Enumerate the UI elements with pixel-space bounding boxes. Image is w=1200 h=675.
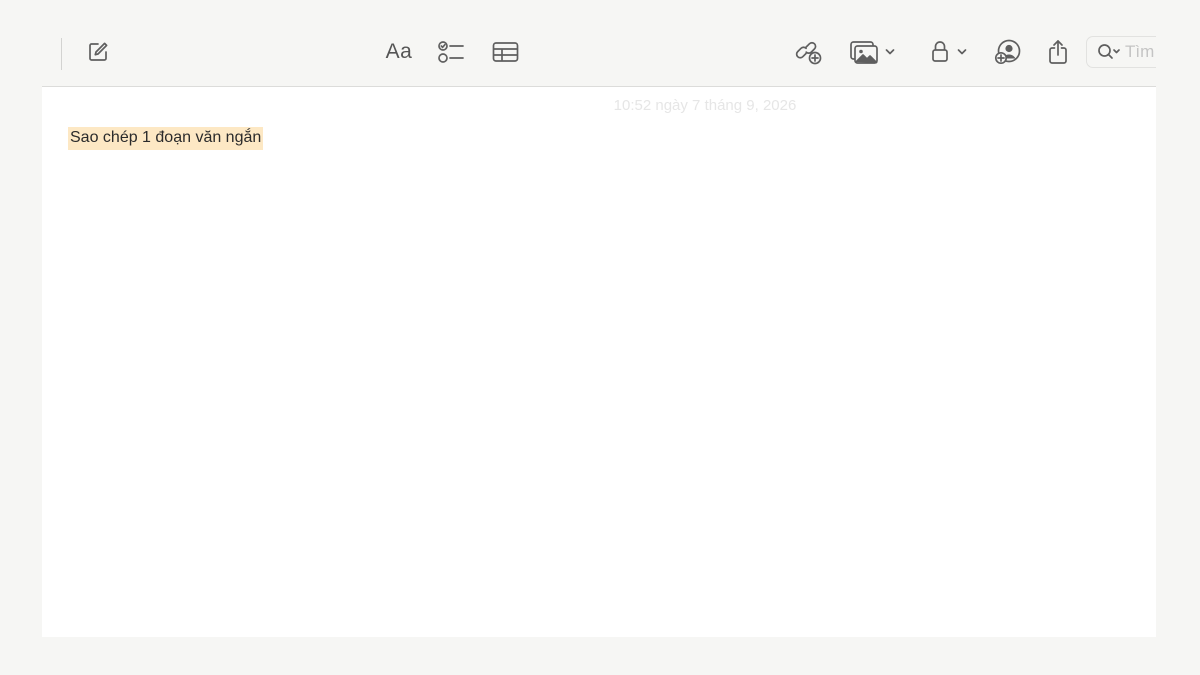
add-link-button[interactable] — [794, 36, 824, 68]
chevron-down-icon — [885, 48, 895, 56]
checklist-button[interactable] — [437, 36, 465, 68]
compose-button[interactable] — [84, 36, 112, 68]
search-icon — [1097, 43, 1121, 61]
add-link-icon — [795, 38, 823, 66]
format-button[interactable]: Aa — [382, 36, 416, 68]
collaborate-button[interactable] — [993, 36, 1023, 68]
compose-icon — [86, 40, 110, 64]
photo-icon — [849, 39, 879, 65]
search-input[interactable] — [1125, 42, 1155, 62]
media-button[interactable] — [849, 36, 901, 68]
add-person-icon — [994, 38, 1022, 66]
format-label: Aa — [385, 40, 413, 63]
lock-icon — [930, 39, 950, 65]
search-field[interactable] — [1086, 36, 1156, 68]
table-icon — [492, 41, 519, 63]
toolbar: Aa — [0, 0, 1200, 86]
share-button[interactable] — [1045, 36, 1071, 68]
checklist-icon — [437, 39, 465, 65]
share-icon — [1047, 38, 1069, 66]
chevron-down-icon — [957, 48, 967, 56]
note-editor[interactable]: 10:52 ngày 7 tháng 9, 2026 Sao chép 1 đo… — [42, 86, 1156, 637]
sidebar-divider — [61, 38, 62, 70]
table-button[interactable] — [491, 36, 519, 68]
note-timestamp: 10:52 ngày 7 tháng 9, 2026 — [613, 97, 797, 114]
note-body-text[interactable]: Sao chép 1 đoạn văn ngắn — [68, 127, 264, 150]
lock-button[interactable] — [930, 36, 972, 68]
